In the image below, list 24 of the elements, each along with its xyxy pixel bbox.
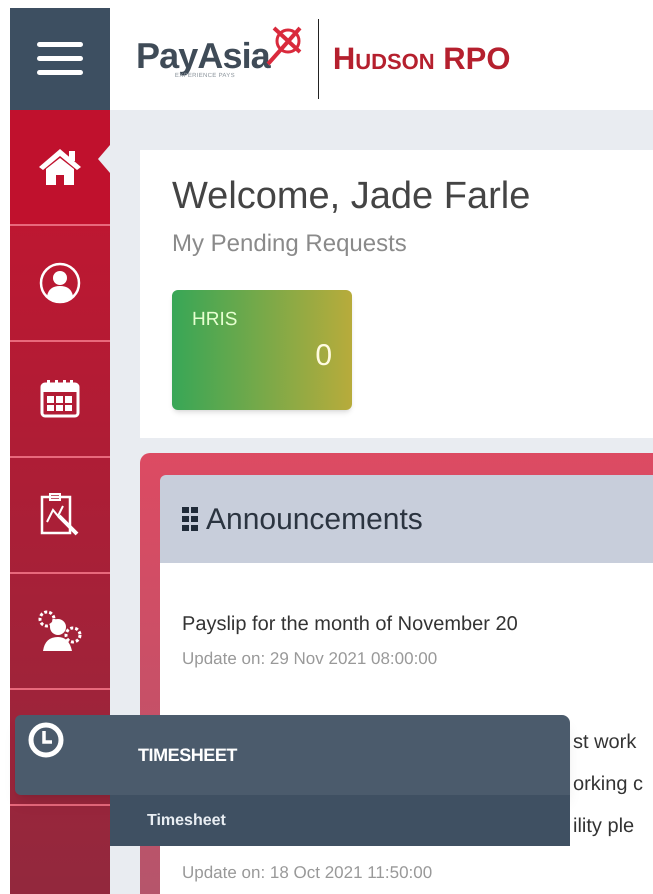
announcement-text: orking c xyxy=(573,772,644,797)
announcement-text: st work xyxy=(573,730,636,755)
clipboard-pen-icon xyxy=(39,492,81,538)
sidebar-item[interactable] xyxy=(10,110,110,226)
grid-icon xyxy=(182,507,198,531)
menu-icon xyxy=(35,40,85,78)
person-gears-icon xyxy=(37,609,83,653)
client-logo-text: Hudson RPO xyxy=(332,40,510,78)
update-date: Update on: 29 Nov 2021 08:00:00 xyxy=(182,648,438,670)
calendar-icon xyxy=(39,378,81,420)
brand-logo-text: PayAsia xyxy=(136,38,270,74)
clock-icon xyxy=(28,722,64,758)
flyout-title: TIMESHEET xyxy=(138,744,237,767)
announcements-title: Announcements xyxy=(206,502,423,538)
home-icon xyxy=(37,147,83,187)
profile-icon xyxy=(39,262,81,304)
welcome-title: Welcome, Jade Farle xyxy=(172,174,532,219)
announcement-text: Payslip for the month of November 20 xyxy=(182,612,519,637)
welcome-subtitle: My Pending Requests xyxy=(172,229,408,259)
tile-label: HRIS xyxy=(192,308,238,332)
tile-count: 0 xyxy=(315,338,332,374)
announcement-text: ility ple xyxy=(573,814,634,839)
update-date: Update on: 18 Oct 2021 11:50:00 xyxy=(182,862,434,884)
menu-button[interactable] xyxy=(10,8,110,110)
